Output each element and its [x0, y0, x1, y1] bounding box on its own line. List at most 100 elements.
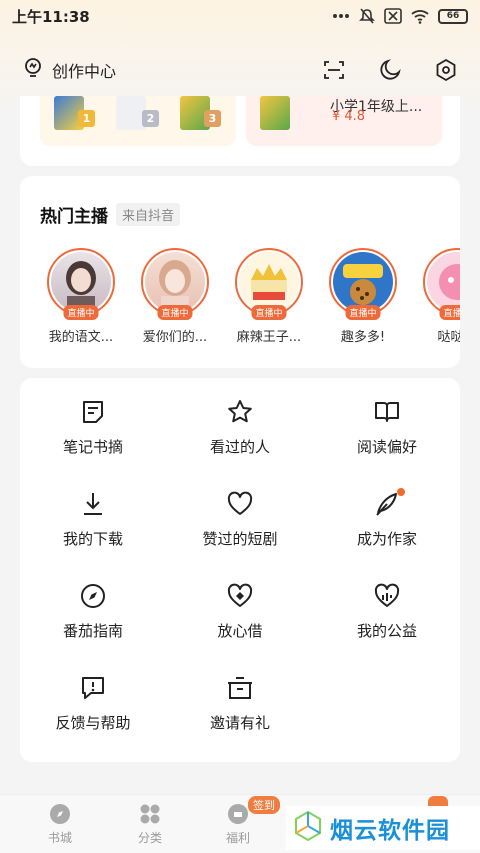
- live-badge: 直播中: [345, 305, 381, 320]
- avatar: [427, 252, 460, 312]
- download-icon: [79, 490, 107, 518]
- wifi-icon: [410, 8, 430, 24]
- book-ranking-card: 1 2 3 小学1年级上... ¥ 4.8: [20, 96, 460, 166]
- menu-label: 我的下载: [62, 530, 123, 548]
- avatar: [51, 252, 111, 312]
- menu-item-downloads[interactable]: 我的下载: [20, 470, 166, 560]
- settings-icon[interactable]: [434, 58, 458, 82]
- anchor-name: 我的语文...: [48, 330, 114, 345]
- creator-center-button[interactable]: 创作中心: [22, 57, 116, 83]
- scan-icon[interactable]: [322, 58, 346, 82]
- hot-anchors-header: 热门主播 来自抖音: [40, 202, 181, 227]
- menu-label: 反馈与帮助: [55, 714, 131, 732]
- book-price: ¥ 4.8: [332, 109, 366, 124]
- anchor-item[interactable]: 直播中 哒哒猫: [416, 248, 460, 345]
- watermark-text: 烟云软件园: [330, 818, 450, 844]
- nav-item-bookstore[interactable]: 书城: [30, 803, 90, 846]
- anchor-name: 哒哒猫: [437, 330, 460, 345]
- mute-icon: [358, 7, 376, 25]
- note-icon: [79, 398, 107, 426]
- menu-item-safe-borrow[interactable]: 放心借: [167, 562, 313, 652]
- watermark-logo-icon: [292, 810, 324, 846]
- anchor-name: 趣多多!: [340, 330, 386, 345]
- lightbulb-icon: [22, 57, 44, 83]
- watermark: 烟云软件园: [286, 806, 480, 850]
- anchor-item[interactable]: 直播中 趣多多!: [322, 248, 404, 345]
- charity-icon: [373, 582, 401, 610]
- sim-off-icon: [384, 8, 402, 24]
- avatar-ring: 直播中: [329, 248, 397, 320]
- anchor-item[interactable]: 直播中 麻辣王子...: [228, 248, 310, 345]
- count-badge: [428, 796, 448, 806]
- nav-label: 福利: [225, 831, 250, 845]
- more-dots-icon: [332, 13, 350, 19]
- menu-label: 我的公益: [356, 622, 417, 640]
- menu-item-invite[interactable]: 邀请有礼: [167, 654, 313, 744]
- feedback-icon: [79, 674, 107, 702]
- menu-item-guide[interactable]: 番茄指南: [20, 562, 166, 652]
- hot-anchors-card: 热门主播 来自抖音 直播中 我的语文... 直播中 爱你们的... 直播中 麻辣…: [20, 176, 460, 368]
- source-tag: 来自抖音: [116, 203, 181, 226]
- menu-label: 看过的人: [209, 438, 270, 456]
- compass-nav-icon: [49, 803, 71, 825]
- anchor-name: 麻辣王子...: [236, 330, 302, 345]
- menu-item-feedback[interactable]: 反馈与帮助: [20, 654, 166, 744]
- menu-label: 成为作家: [356, 530, 417, 548]
- book-icon: [373, 398, 401, 426]
- avatar-ring: 直播中: [423, 248, 460, 320]
- menu-label: 邀请有礼: [209, 714, 270, 732]
- menu-grid-card: 笔记书摘 看过的人 阅读偏好 我的下载 赞过的短剧 成为作家 番茄指南 放心借 …: [20, 378, 460, 762]
- menu-label: 阅读偏好: [356, 438, 417, 456]
- coin-nav-icon: [227, 803, 249, 825]
- status-bar: 上午11:38 66: [0, 0, 480, 32]
- gift-icon: [226, 674, 254, 702]
- pen-icon: [373, 488, 405, 518]
- avatar-ring: 直播中: [235, 248, 303, 320]
- grid-nav-icon: [139, 803, 161, 825]
- star-icon: [226, 398, 254, 426]
- anchor-item[interactable]: 直播中 我的语文...: [40, 248, 122, 345]
- anchors-row: 直播中 我的语文... 直播中 爱你们的... 直播中 麻辣王子... 直播中 …: [40, 248, 460, 358]
- section-title: 热门主播: [40, 207, 108, 227]
- shield-heart-icon: [226, 582, 254, 610]
- sign-in-badge[interactable]: 签到: [248, 796, 280, 814]
- book-ranking-panel-left[interactable]: 1 2 3: [40, 96, 236, 146]
- book-ranking-panel-right[interactable]: 小学1年级上... ¥ 4.8: [246, 96, 442, 146]
- menu-item-become-writer[interactable]: 成为作家: [314, 470, 460, 560]
- notification-dot: [397, 488, 405, 496]
- rank-badge: 3: [204, 110, 221, 127]
- menu-item-reading-preference[interactable]: 阅读偏好: [314, 378, 460, 468]
- creator-center-label: 创作中心: [52, 62, 117, 81]
- menu-label: 番茄指南: [62, 622, 123, 640]
- avatar-ring: 直播中: [47, 248, 115, 320]
- menu-label: 放心借: [217, 622, 263, 640]
- nav-label: 书城: [47, 831, 72, 845]
- nav-label: 分类: [137, 831, 162, 845]
- compass-icon: [79, 582, 107, 610]
- anchor-item[interactable]: 直播中 爱你们的...: [134, 248, 216, 345]
- status-icons: 66: [332, 7, 468, 25]
- live-badge: 直播中: [439, 305, 460, 320]
- status-time: 上午11:38: [12, 7, 90, 26]
- live-badge: 直播中: [157, 305, 193, 320]
- menu-label: 赞过的短剧: [202, 530, 278, 548]
- menu-item-notes[interactable]: 笔记书摘: [20, 378, 166, 468]
- live-badge: 直播中: [251, 305, 287, 320]
- nav-item-category[interactable]: 分类: [120, 803, 180, 846]
- avatar: [333, 252, 393, 312]
- menu-item-liked-dramas[interactable]: 赞过的短剧: [167, 470, 313, 560]
- live-badge: 直播中: [63, 305, 99, 320]
- anchor-name: 爱你们的...: [142, 330, 208, 345]
- battery-indicator: 66: [438, 8, 468, 24]
- avatar-ring: 直播中: [141, 248, 209, 320]
- avatar: [239, 252, 299, 312]
- header-actions: [322, 58, 458, 82]
- rank-badge: 2: [142, 110, 159, 127]
- moon-icon[interactable]: [378, 58, 402, 82]
- menu-label: 笔记书摘: [62, 438, 123, 456]
- avatar: [145, 252, 205, 312]
- rank-badge: 1: [78, 110, 95, 127]
- heart-icon: [226, 490, 254, 518]
- menu-item-viewers[interactable]: 看过的人: [167, 378, 313, 468]
- menu-item-charity[interactable]: 我的公益: [314, 562, 460, 652]
